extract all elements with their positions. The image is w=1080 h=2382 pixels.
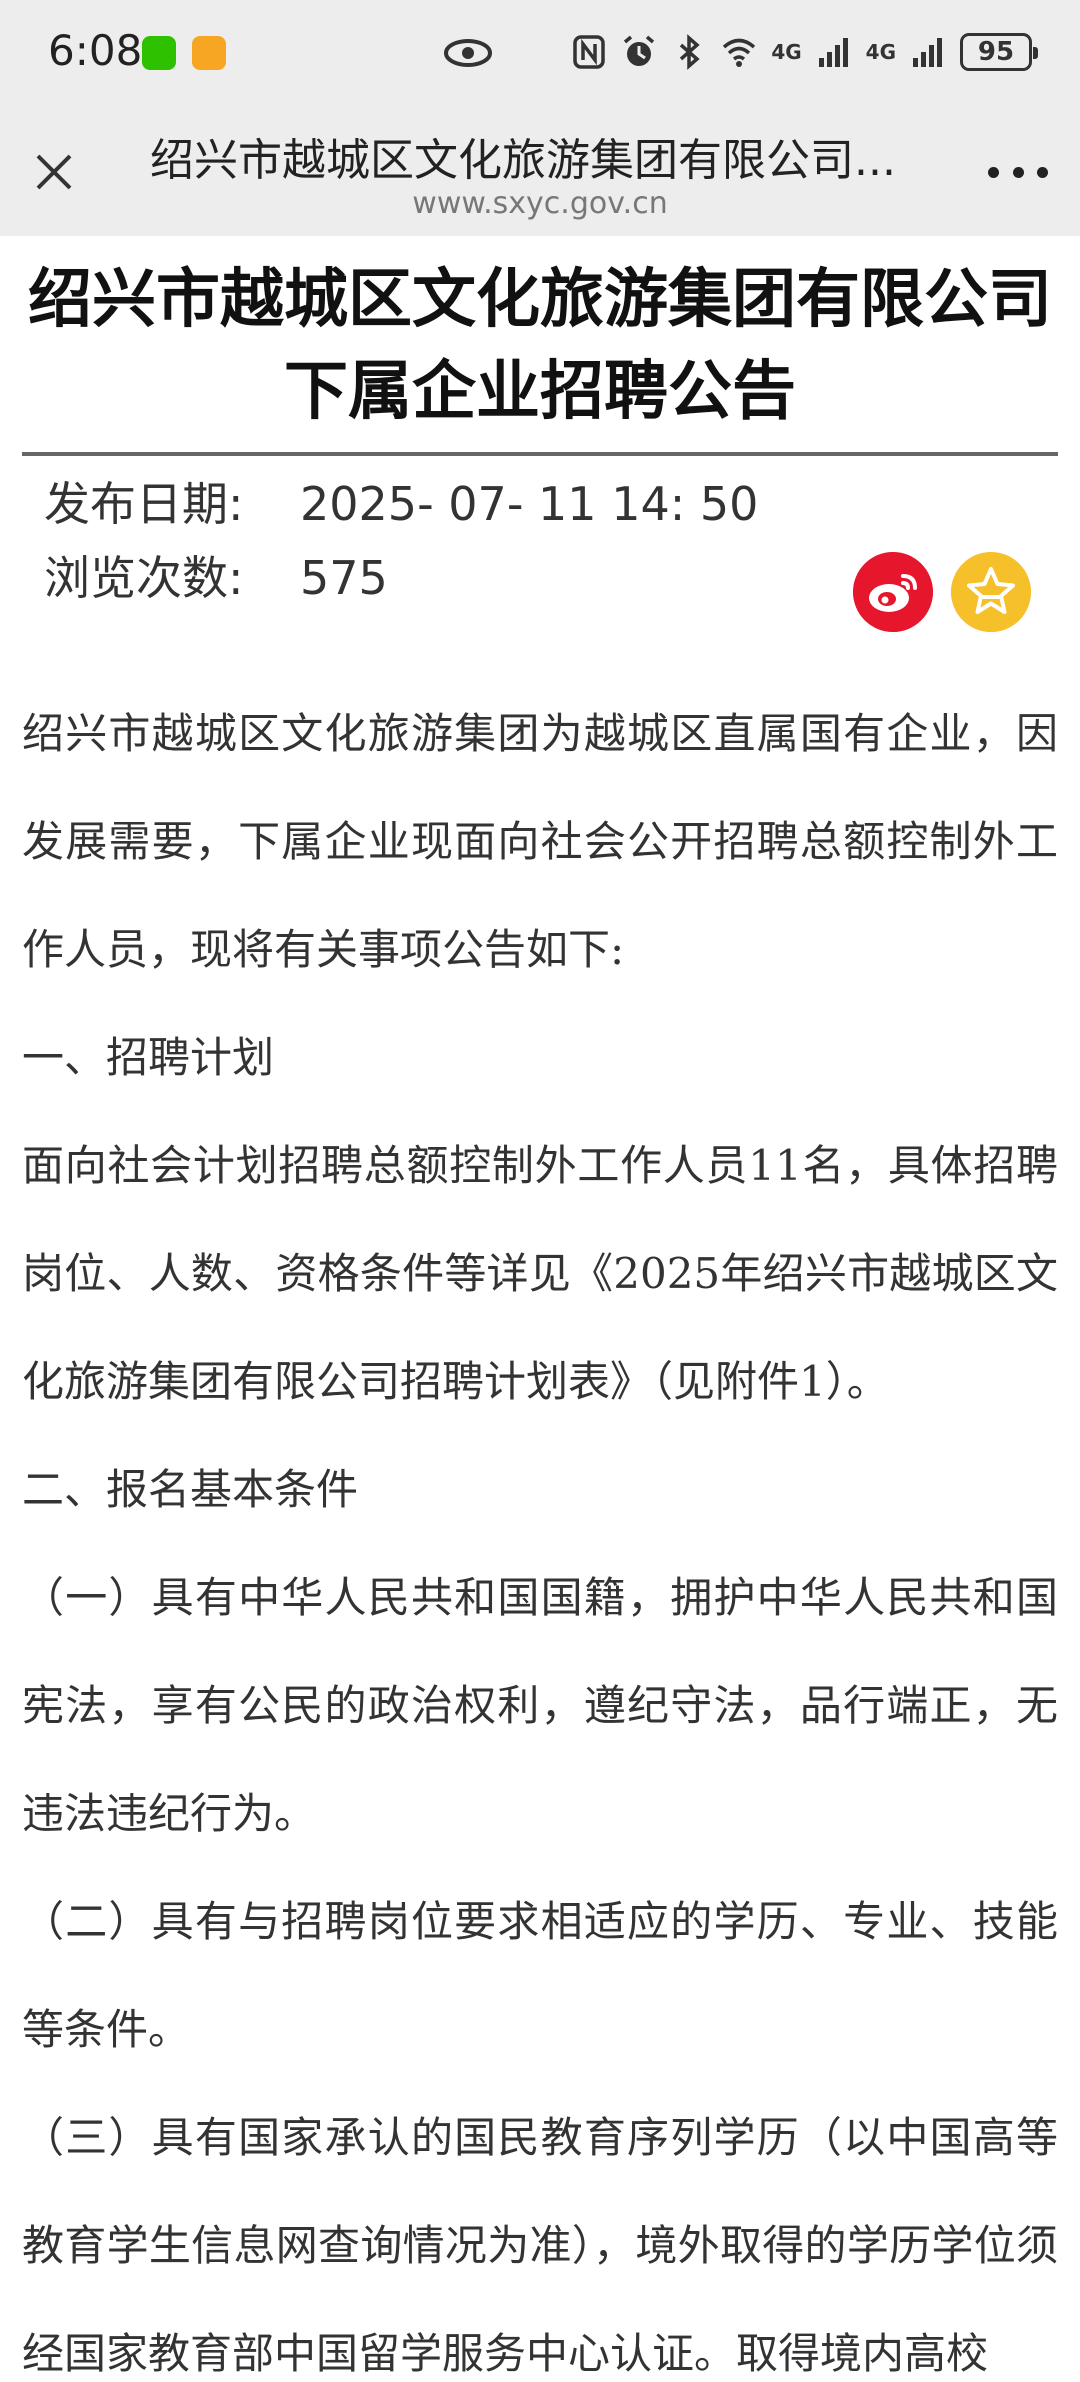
article-paragraph: （一）具有中华人民共和国国籍，拥护中华人民共和国宪法，享有公民的政治权利，遵纪守… bbox=[22, 1573, 1058, 1838]
weibo-share-icon[interactable] bbox=[853, 552, 933, 632]
publish-date: 发布日期: 2025- 07- 11 14: 50 bbox=[44, 468, 758, 534]
view-count-label: 浏览次数: bbox=[44, 551, 244, 605]
article-body: 绍兴市越城区文化旅游集团为越城区直属国有企业，因发展需要，下属企业现面向社会公开… bbox=[22, 680, 1058, 2382]
alarm-icon bbox=[624, 35, 655, 66]
network-type-2: 4G bbox=[865, 40, 896, 64]
nfc-icon bbox=[573, 35, 606, 69]
wifi-icon bbox=[723, 38, 756, 67]
status-bar: 6:08 4G 4G 95 bbox=[0, 0, 1080, 110]
title-divider bbox=[22, 452, 1058, 456]
browser-header: 绍兴市越城区文化旅游集团有限公司... www.sxyc.gov.cn bbox=[0, 110, 1080, 236]
section-heading: 二、报名基本条件 bbox=[22, 1465, 359, 1514]
status-time: 6:08 bbox=[48, 26, 143, 75]
view-count: 浏览次数: 575 bbox=[44, 542, 388, 608]
more-dot-icon bbox=[988, 166, 999, 178]
more-options-button[interactable] bbox=[988, 162, 1048, 182]
eye-comfort-icon bbox=[444, 39, 492, 67]
signal-icon-2 bbox=[913, 38, 942, 67]
article-title: 绍兴市越城区文化旅游集团有限公司 下属企业招聘公告 bbox=[0, 254, 1080, 438]
article-title-line1: 绍兴市越城区文化旅游集团有限公司 bbox=[28, 263, 1052, 337]
app-notification-icon bbox=[192, 36, 226, 70]
signal-icon-1 bbox=[818, 38, 848, 67]
view-count-value: 575 bbox=[300, 551, 388, 605]
page-url: www.sxyc.gov.cn bbox=[412, 186, 668, 221]
more-dot-icon bbox=[1037, 166, 1048, 178]
article-paragraph: 绍兴市越城区文化旅游集团为越城区直属国有企业，因发展需要，下属企业现面向社会公开… bbox=[22, 709, 1058, 974]
status-icons: 4G 4G 95 bbox=[571, 30, 1038, 74]
network-type-1: 4G bbox=[771, 40, 802, 64]
article-paragraph: （三）具有国家承认的国民教育序列学历（以中国高等教育学生信息网查询情况为准），境… bbox=[22, 2113, 1058, 2378]
article-title-line2: 下属企业招聘公告 bbox=[284, 355, 796, 429]
wechat-notification-icon bbox=[142, 36, 176, 70]
section-heading: 一、招聘计划 bbox=[22, 1033, 275, 1082]
publish-date-label: 发布日期: bbox=[44, 477, 244, 531]
more-dot-icon bbox=[1012, 166, 1024, 178]
publish-date-value: 2025- 07- 11 14: 50 bbox=[300, 477, 759, 531]
battery-indicator: 95 bbox=[960, 33, 1038, 71]
favorite-icon[interactable] bbox=[951, 552, 1031, 632]
article-paragraph: （二）具有与招聘岗位要求相适应的学历、专业、技能等条件。 bbox=[22, 1897, 1058, 2054]
bluetooth-icon bbox=[680, 34, 700, 70]
article-paragraph: 面向社会计划招聘总额控制外工作人员11名，具体招聘岗位、人数、资格条件等详见《2… bbox=[22, 1141, 1058, 1406]
page-title: 绍兴市越城区文化旅游集团有限公司... bbox=[150, 135, 896, 186]
